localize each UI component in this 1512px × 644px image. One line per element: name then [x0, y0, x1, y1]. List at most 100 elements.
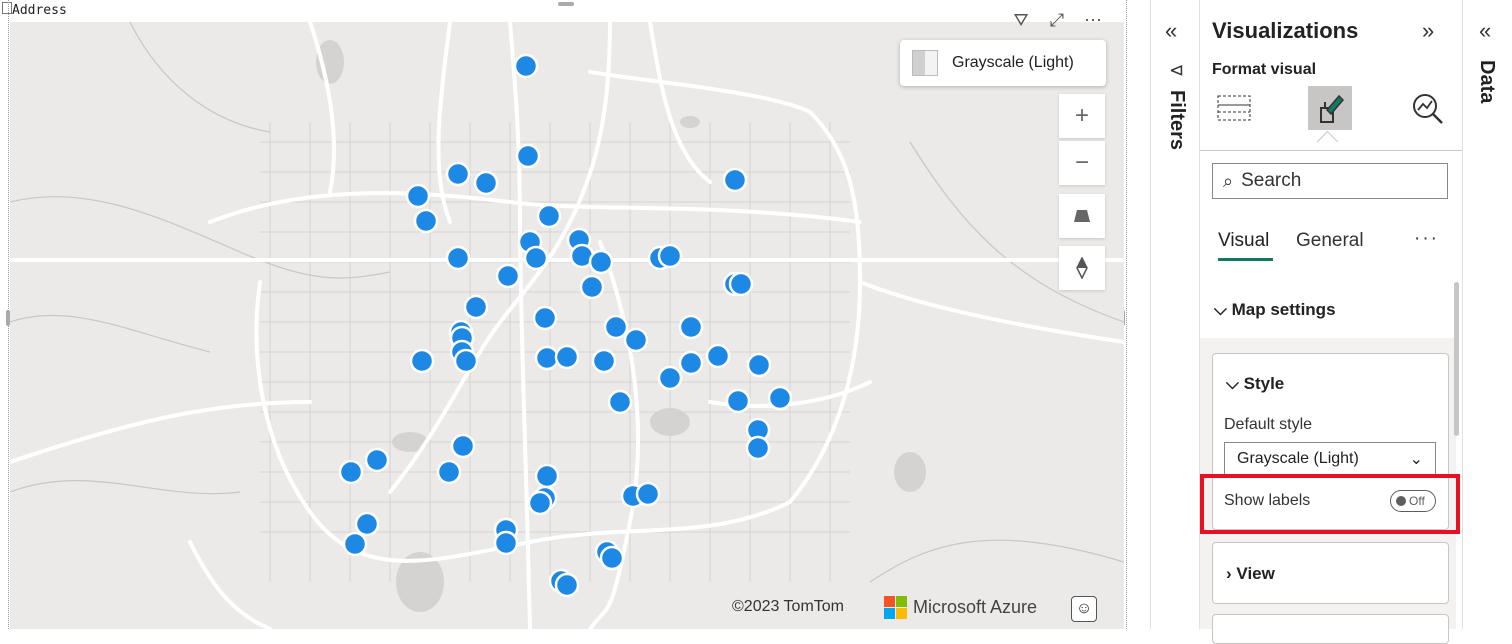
- default-style-label: Default style: [1224, 416, 1313, 433]
- map-style-label: Grayscale (Light): [952, 54, 1074, 71]
- location-marker[interactable]: [364, 447, 390, 473]
- creeks: [10, 22, 1124, 583]
- location-marker[interactable]: [413, 208, 439, 234]
- visualizations-pane: Visualizations » Format visual ⌕ Search …: [1199, 0, 1462, 644]
- map-canvas[interactable]: [10, 22, 1124, 629]
- map-attribution: ©2023 TomTom: [732, 598, 844, 615]
- filters-pane[interactable]: « ⊲ Filters: [1150, 0, 1199, 629]
- style-card-title: Style: [1243, 374, 1285, 393]
- highways: [10, 22, 1124, 629]
- view-card-title: View: [1236, 564, 1275, 583]
- feedback-smiley-icon[interactable]: ☺: [1071, 596, 1097, 622]
- pitch-icon: [1074, 210, 1090, 222]
- zoom-in-button[interactable]: +: [1059, 94, 1105, 138]
- pane-divider: [1200, 150, 1462, 151]
- map-style-picker[interactable]: Grayscale (Light): [900, 40, 1106, 86]
- location-marker[interactable]: [635, 481, 661, 507]
- collapse-filters-icon[interactable]: «: [1165, 18, 1177, 44]
- filter-icon[interactable]: ⛛: [1010, 10, 1032, 31]
- location-marker[interactable]: [657, 365, 683, 391]
- map-svg: [10, 22, 1124, 629]
- location-marker[interactable]: [728, 271, 754, 297]
- location-marker[interactable]: [453, 348, 479, 374]
- visual-header: ⛛ ⤢ ⋯: [1010, 10, 1104, 31]
- compass-icon: [1076, 257, 1088, 279]
- pitch-button[interactable]: [1059, 194, 1105, 238]
- location-marker[interactable]: [588, 249, 614, 275]
- tab-general[interactable]: General: [1296, 230, 1364, 252]
- location-marker[interactable]: [678, 314, 704, 340]
- tab-visual[interactable]: Visual: [1218, 230, 1269, 252]
- location-marker[interactable]: [623, 327, 649, 353]
- chevron-down-icon: ⌄: [1409, 451, 1423, 468]
- location-marker[interactable]: [409, 348, 435, 374]
- location-marker[interactable]: [705, 343, 731, 369]
- chevron-down-icon: ⌵: [1226, 374, 1239, 393]
- more-options-button[interactable]: ···: [1414, 228, 1439, 250]
- view-card-header[interactable]: › View: [1226, 564, 1275, 584]
- location-marker[interactable]: [463, 294, 489, 320]
- location-marker[interactable]: [554, 344, 580, 370]
- location-marker[interactable]: [354, 511, 380, 537]
- format-visual-button[interactable]: [1308, 86, 1352, 130]
- style-swatch-icon: [912, 50, 938, 76]
- location-marker[interactable]: [599, 545, 625, 571]
- location-marker[interactable]: [554, 572, 580, 598]
- location-marker[interactable]: [338, 459, 364, 485]
- focus-mode-icon[interactable]: ⤢: [1046, 10, 1068, 31]
- search-input[interactable]: ⌕ Search: [1212, 163, 1448, 199]
- location-marker[interactable]: [493, 530, 519, 556]
- location-marker[interactable]: [591, 348, 617, 374]
- paintbrush-icon: [1320, 94, 1345, 123]
- location-marker[interactable]: [746, 352, 772, 378]
- location-marker[interactable]: [607, 389, 633, 415]
- highlight-box: [1200, 474, 1460, 534]
- location-marker[interactable]: [725, 388, 751, 414]
- chevron-down-icon: ⌵: [1214, 300, 1227, 319]
- location-marker[interactable]: [657, 243, 683, 269]
- map-visual[interactable]: Address ⛛ ⤢ ⋯ Grayscale (Light) + − ©202…: [0, 0, 1127, 629]
- data-pane[interactable]: « Data: [1462, 0, 1512, 629]
- location-marker[interactable]: [579, 274, 605, 300]
- location-marker[interactable]: [515, 143, 541, 169]
- build-visual-icon: [1217, 95, 1251, 121]
- location-marker[interactable]: [536, 203, 562, 229]
- location-marker[interactable]: [767, 385, 793, 411]
- location-marker[interactable]: [445, 161, 471, 187]
- map-settings-header[interactable]: ⌵ Map settings: [1214, 300, 1336, 320]
- location-marker[interactable]: [436, 459, 462, 485]
- location-marker[interactable]: [745, 435, 771, 461]
- style-card-header[interactable]: ⌵ Style: [1226, 374, 1284, 394]
- location-marker[interactable]: [523, 245, 549, 271]
- location-marker[interactable]: [678, 350, 704, 376]
- location-marker[interactable]: [513, 53, 539, 79]
- location-marker[interactable]: [342, 531, 368, 557]
- location-marker[interactable]: [722, 167, 748, 193]
- map-settings-label: Map settings: [1231, 300, 1336, 319]
- location-marker[interactable]: [534, 463, 560, 489]
- filter-pane-icon: ⊲: [1169, 60, 1185, 80]
- more-options-icon[interactable]: ⋯: [1082, 10, 1104, 31]
- next-card[interactable]: [1212, 614, 1449, 644]
- location-marker[interactable]: [495, 263, 521, 289]
- location-marker[interactable]: [603, 314, 629, 340]
- filters-pane-label[interactable]: Filters: [1165, 90, 1188, 150]
- location-marker[interactable]: [534, 345, 560, 371]
- pane-scrollbar[interactable]: [1454, 282, 1459, 436]
- data-pane-label[interactable]: Data: [1475, 60, 1498, 103]
- location-marker[interactable]: [473, 170, 499, 196]
- location-marker[interactable]: [450, 433, 476, 459]
- location-marker[interactable]: [405, 183, 431, 209]
- build-visual-button[interactable]: [1212, 86, 1256, 130]
- location-marker[interactable]: [527, 490, 553, 516]
- analytics-button[interactable]: [1406, 86, 1450, 130]
- default-style-dropdown[interactable]: Grayscale (Light) ⌄: [1224, 442, 1436, 476]
- location-marker[interactable]: [532, 305, 558, 331]
- zoom-out-button[interactable]: −: [1059, 141, 1105, 185]
- collapse-data-icon[interactable]: «: [1479, 18, 1491, 44]
- location-markers: [338, 53, 793, 598]
- analytics-magnifier-icon: [1413, 94, 1443, 124]
- collapse-visualizations-icon[interactable]: »: [1422, 18, 1434, 44]
- location-marker[interactable]: [445, 245, 471, 271]
- compass-button[interactable]: [1059, 246, 1105, 290]
